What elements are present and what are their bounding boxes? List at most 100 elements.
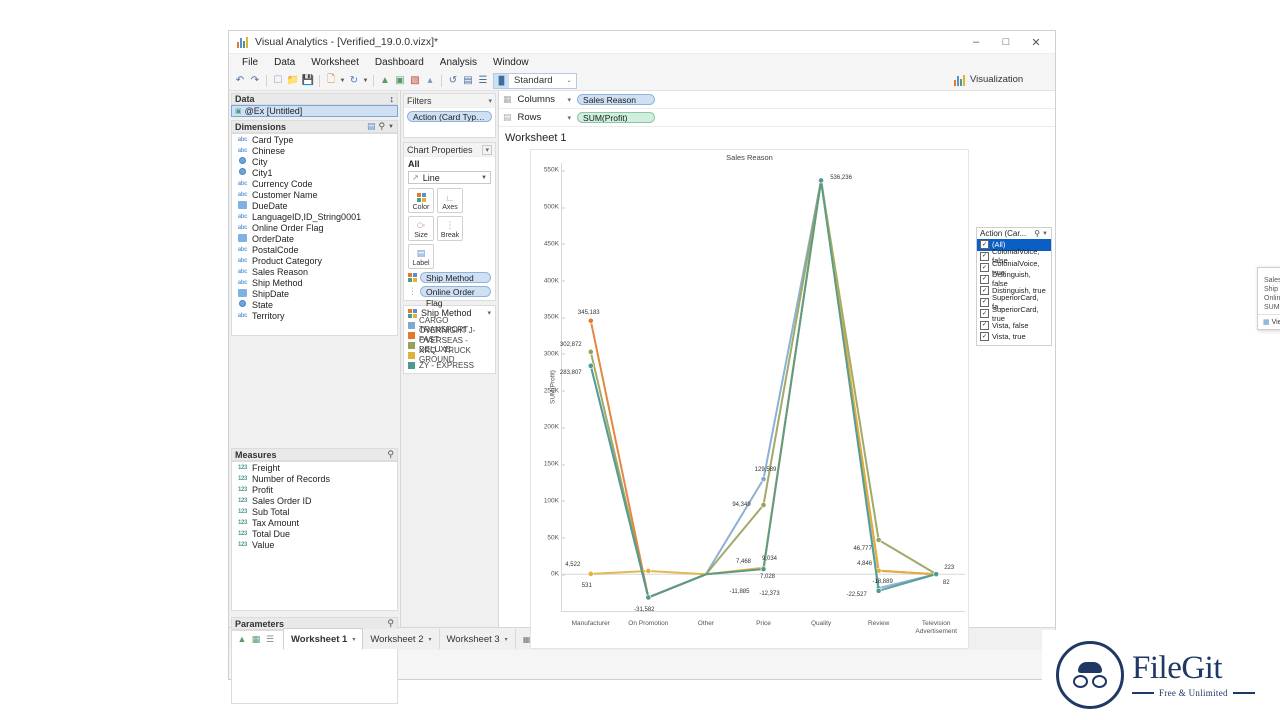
new-icon[interactable]: ☐ xyxy=(271,74,285,88)
datasource-row[interactable]: ▣ @Ex [Untitled] xyxy=(231,105,398,117)
chevron-down-icon[interactable]: ▼ xyxy=(1042,231,1048,237)
chevron-down-icon[interactable]: ⌄ xyxy=(567,77,576,84)
dimension-item[interactable]: abc Chinese xyxy=(232,145,397,156)
new-dashboard-icon[interactable]: ▦ xyxy=(249,632,263,646)
chevron-down-icon[interactable]: ▾ xyxy=(482,144,492,155)
checkbox-icon[interactable]: ✓ xyxy=(980,297,989,307)
dimension-item[interactable]: abc Online Order Flag xyxy=(232,222,397,233)
filter-pill-action[interactable]: Action (Card Type,Onlin... xyxy=(407,111,492,122)
measure-item[interactable]: 123 Value xyxy=(232,539,397,550)
visualization-strip[interactable]: Visualization xyxy=(948,71,1054,88)
measures-list[interactable]: 123 Freight 123 Number of Records 123 Profi… xyxy=(231,461,398,611)
dimension-item[interactable]: abc LanguageID,ID_String0001 xyxy=(232,211,397,222)
dimension-item[interactable]: abc Sales Reason xyxy=(232,266,397,277)
tab-worksheet-2[interactable]: Worksheet 2 ▾ xyxy=(363,629,440,649)
dimension-item[interactable]: State xyxy=(232,299,397,310)
checkbox-icon[interactable]: ✓ xyxy=(980,320,989,330)
chevron-down-icon[interactable]: ▾ xyxy=(505,636,508,643)
measure-item[interactable]: 123 Sales Order ID xyxy=(232,495,397,506)
measure-item[interactable]: 123 Number of Records xyxy=(232,473,397,484)
menu-worksheet[interactable]: Worksheet xyxy=(304,56,366,69)
highlight-icon[interactable]: ☰ xyxy=(476,74,490,88)
measure-item[interactable]: 123 Total Due xyxy=(232,528,397,539)
refresh-icon[interactable]: ↻ xyxy=(347,74,361,88)
menu-window[interactable]: Window xyxy=(486,56,536,69)
minimize-button[interactable]: – xyxy=(961,32,991,53)
checkbox-icon[interactable]: ✓ xyxy=(980,309,989,319)
swap-icon[interactable]: ▴ xyxy=(423,74,437,88)
new-story-icon[interactable]: ☰ xyxy=(263,632,277,646)
view-data-button[interactable]: ▦ View Data xyxy=(1263,318,1280,327)
new-worksheet-icon[interactable]: ▲ xyxy=(235,632,249,646)
chevron-down-icon[interactable]: ▾ xyxy=(352,636,355,643)
data-pane-resize-icon[interactable]: ↕ xyxy=(390,94,395,104)
checkbox-icon[interactable]: ✓ xyxy=(980,274,989,284)
size-card-button[interactable]: ⧂ Size xyxy=(408,216,434,241)
maximize-button[interactable]: □ xyxy=(991,32,1021,53)
dimension-item[interactable]: City1 xyxy=(232,167,397,178)
checkbox-icon[interactable]: ✓ xyxy=(980,263,989,273)
measure-item[interactable]: 123 Profit xyxy=(232,484,397,495)
dimension-item[interactable]: abc Ship Method xyxy=(232,277,397,288)
tab-worksheet-1[interactable]: Worksheet 1 ▾ xyxy=(283,628,364,650)
dimension-item[interactable]: DueDate xyxy=(232,200,397,211)
close-button[interactable]: ✕ xyxy=(1021,32,1051,53)
dimension-item[interactable]: abc Card Type xyxy=(232,134,397,145)
search-icon[interactable]: ⚲ xyxy=(387,449,394,460)
menu-analysis[interactable]: Analysis xyxy=(433,56,484,69)
sort-asc-icon[interactable]: ▲ xyxy=(378,74,392,88)
rows-pill-sum-profit[interactable]: SUM(Profit) xyxy=(577,112,656,123)
plot-area[interactable]: SUM(Profit) 0K 50K 100K 150K 200K 250K 300K 350… xyxy=(544,163,965,635)
action-filter-item[interactable]: ✓ Vista, true xyxy=(977,331,1051,343)
mark-type-selector[interactable]: ↗ Line ▼ xyxy=(408,171,491,184)
checkbox-icon[interactable]: ✓ xyxy=(980,240,989,250)
rows-shelf[interactable]: ▤ Rows ▾ SUM(Profit) xyxy=(499,109,1055,127)
new-worksheet-caret-icon[interactable]: ▼ xyxy=(339,78,346,84)
break-card-button[interactable]: ⋮ Break xyxy=(437,216,463,241)
search-icon[interactable]: ⚲ xyxy=(378,121,385,132)
grid-icon[interactable]: ▤ xyxy=(367,121,376,132)
columns-shelf[interactable]: ▦ Columns ▾ Sales Reason xyxy=(499,91,1055,109)
fit-selector[interactable]: █ Standard ⌄ xyxy=(493,72,577,89)
encoding-pill-online-order-flag[interactable]: Online Order Flag xyxy=(420,286,491,308)
chevron-down-icon[interactable]: ▼ xyxy=(481,175,487,181)
undo-icon[interactable]: ↶ xyxy=(233,74,247,88)
save-icon[interactable]: 💾 xyxy=(301,74,315,88)
refresh-caret-icon[interactable]: ▼ xyxy=(362,78,369,84)
new-worksheet-icon[interactable]: 🗋 xyxy=(324,74,338,88)
dimension-item[interactable]: OrderDate xyxy=(232,233,397,244)
search-icon[interactable]: ⚲ xyxy=(387,618,394,629)
encoding-pill-ship-method[interactable]: Ship Method xyxy=(420,272,491,283)
measure-item[interactable]: 123 Sub Total xyxy=(232,506,397,517)
action-filter-card[interactable]: Action (Car... ⚲ ▼ ✓ (All) ✓ ColonialVoice… xyxy=(976,227,1052,346)
sort-desc-icon[interactable]: ▣ xyxy=(393,74,407,88)
open-icon[interactable]: 📁 xyxy=(286,74,300,88)
label-card-button[interactable]: ▤ Label xyxy=(408,244,434,269)
search-icon[interactable]: ⚲ xyxy=(1034,229,1040,238)
chevron-down-icon[interactable]: ▾ xyxy=(488,97,492,105)
dimension-item[interactable]: abc Customer Name xyxy=(232,189,397,200)
chevron-down-icon[interactable]: ▾ xyxy=(568,96,572,104)
dimension-item[interactable]: abc Currency Code xyxy=(232,178,397,189)
checkbox-icon[interactable]: ✓ xyxy=(980,286,989,296)
dimension-item[interactable]: abc Product Category xyxy=(232,255,397,266)
checkbox-icon[interactable]: ✓ xyxy=(980,332,989,342)
dimension-item[interactable]: abc Territory xyxy=(232,310,397,321)
dimension-item[interactable]: abc PostalCode xyxy=(232,244,397,255)
columns-pill-sales-reason[interactable]: Sales Reason xyxy=(577,94,656,105)
measure-item[interactable]: 123 Tax Amount xyxy=(232,517,397,528)
redo-icon[interactable]: ↷ xyxy=(248,74,262,88)
dimension-item[interactable]: ShipDate xyxy=(232,288,397,299)
chart-container[interactable]: Sales Reason SUM(Profit) 0K 50K 100K 150K 20… xyxy=(530,149,969,649)
legend-item[interactable]: XRQ - TRUCK GROUND xyxy=(404,346,495,364)
totals-icon[interactable]: ▤ xyxy=(461,74,475,88)
tab-worksheet-3[interactable]: Worksheet 3 ▾ xyxy=(439,629,516,649)
chevron-down-icon[interactable]: ▾ xyxy=(429,636,432,643)
chevron-down-icon[interactable]: ▾ xyxy=(568,114,572,122)
dimensions-list[interactable]: abc Card Type abc Chinese City City1 abc Cu… xyxy=(231,133,398,336)
chevron-down-icon[interactable]: ▼ xyxy=(388,124,394,130)
menu-file[interactable]: File xyxy=(235,56,265,69)
action-filter-item[interactable]: ✓ Distinguish, false xyxy=(977,270,1051,288)
chart-tooltip[interactable]: Sales Reason Quality Ship Method ZY - EX… xyxy=(1257,267,1280,330)
clear-icon[interactable]: ▧ xyxy=(408,74,422,88)
